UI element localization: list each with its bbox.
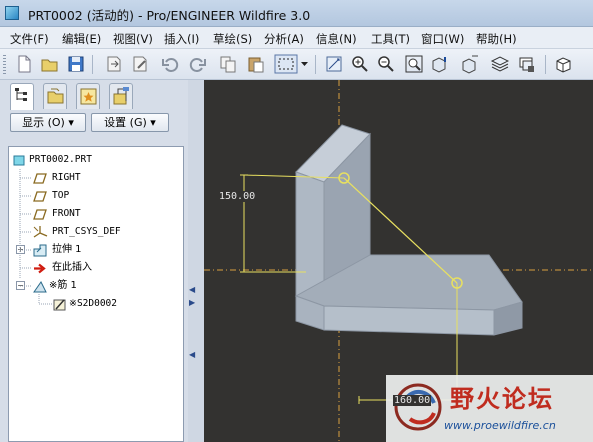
toolbar-separator	[315, 55, 316, 74]
menu-sketch[interactable]: 草绘(S)	[213, 31, 252, 47]
model-tree-tab[interactable]	[10, 83, 34, 110]
open-file-icon[interactable]	[40, 54, 60, 74]
menu-view[interactable]: 视图(V)	[113, 31, 153, 47]
folder-browser-tab[interactable]	[43, 83, 67, 109]
save-icon[interactable]	[66, 54, 86, 74]
collapse-right-arrow-icon[interactable]: ▶	[189, 298, 195, 307]
menu-window[interactable]: 窗口(W)	[421, 31, 464, 47]
copy-icon[interactable]	[218, 54, 238, 74]
tree-item-label: ※S2D0002	[69, 298, 117, 309]
show-dropdown-label: 显示 (O)	[22, 116, 65, 129]
menu-file[interactable]: 文件(F)	[10, 31, 49, 47]
collapse-left-arrow-icon[interactable]: ◀	[189, 285, 195, 294]
graphics-window[interactable]: 150.00 160.00 野火论坛 www.proewildfire.cn	[204, 80, 593, 442]
navigator-panel: 显示 (O) ▾ 设置 (G) ▾ PRT0002.PRT RIGHT TOP …	[0, 80, 193, 442]
dimension-vertical[interactable]: 150.00	[218, 191, 257, 202]
show-dropdown[interactable]: 显示 (O) ▾	[10, 113, 86, 132]
collapse-arrow-icon[interactable]: ◀	[189, 350, 195, 359]
watermark: 野火论坛 www.proewildfire.cn	[386, 375, 593, 442]
layers-icon[interactable]	[490, 54, 510, 74]
toolbar	[0, 49, 593, 80]
zoom-out-icon[interactable]	[376, 54, 396, 74]
toolbar-separator	[545, 55, 546, 74]
dimension-horizontal[interactable]: 160.00	[393, 395, 432, 406]
view-manager-icon[interactable]	[517, 54, 537, 74]
undo-icon[interactable]	[160, 54, 180, 74]
edit-definition-icon[interactable]	[130, 54, 150, 74]
paste-icon[interactable]	[246, 54, 266, 74]
menu-edit[interactable]: 编辑(E)	[62, 31, 101, 47]
select-box-icon[interactable]	[274, 54, 298, 74]
regenerate-icon[interactable]	[104, 54, 124, 74]
tree-connectors	[19, 169, 52, 305]
menu-bar: 文件(F) 编辑(E) 视图(V) 插入(I) 草绘(S) 分析(A) 信息(N…	[0, 27, 593, 49]
favorites-tab[interactable]	[76, 83, 100, 109]
redo-icon[interactable]	[188, 54, 208, 74]
menu-analysis[interactable]: 分析(A)	[264, 31, 304, 47]
new-file-icon[interactable]	[14, 54, 34, 74]
watermark-url: www.proewildfire.cn	[444, 419, 556, 432]
saved-views-icon[interactable]	[460, 54, 480, 74]
watermark-logo-icon	[394, 383, 442, 431]
select-dropdown-icon[interactable]	[300, 54, 309, 74]
menu-insert[interactable]: 插入(I)	[164, 31, 199, 47]
watermark-title: 野火论坛	[450, 385, 554, 413]
menu-tools[interactable]: 工具(T)	[371, 31, 410, 47]
part-model	[294, 124, 523, 336]
model-tree: PRT0002.PRT RIGHT TOP FRONT PRT_CSYS_DEF…	[8, 146, 184, 442]
toolbar-grip[interactable]	[3, 55, 6, 74]
connections-tab[interactable]	[109, 83, 133, 109]
orient-icon[interactable]	[430, 54, 450, 74]
menu-help[interactable]: 帮助(H)	[476, 31, 517, 47]
menu-info[interactable]: 信息(N)	[316, 31, 357, 47]
app-icon	[5, 6, 19, 20]
zoom-in-icon[interactable]	[350, 54, 370, 74]
toolbar-separator	[92, 55, 93, 74]
settings-dropdown-label: 设置 (G)	[104, 116, 147, 129]
panel-splitter[interactable]: ◀ ▶ ◀	[188, 80, 204, 442]
fit-view-icon[interactable]	[404, 54, 424, 74]
title-bar: PRT0002 (活动的) - Pro/ENGINEER Wildfire 3.…	[0, 0, 593, 27]
window-title: PRT0002 (活动的) - Pro/ENGINEER Wildfire 3.…	[28, 8, 311, 23]
display-style-icon[interactable]	[554, 54, 574, 74]
settings-dropdown[interactable]: 设置 (G) ▾	[91, 113, 169, 132]
redraw-icon[interactable]	[324, 54, 344, 74]
